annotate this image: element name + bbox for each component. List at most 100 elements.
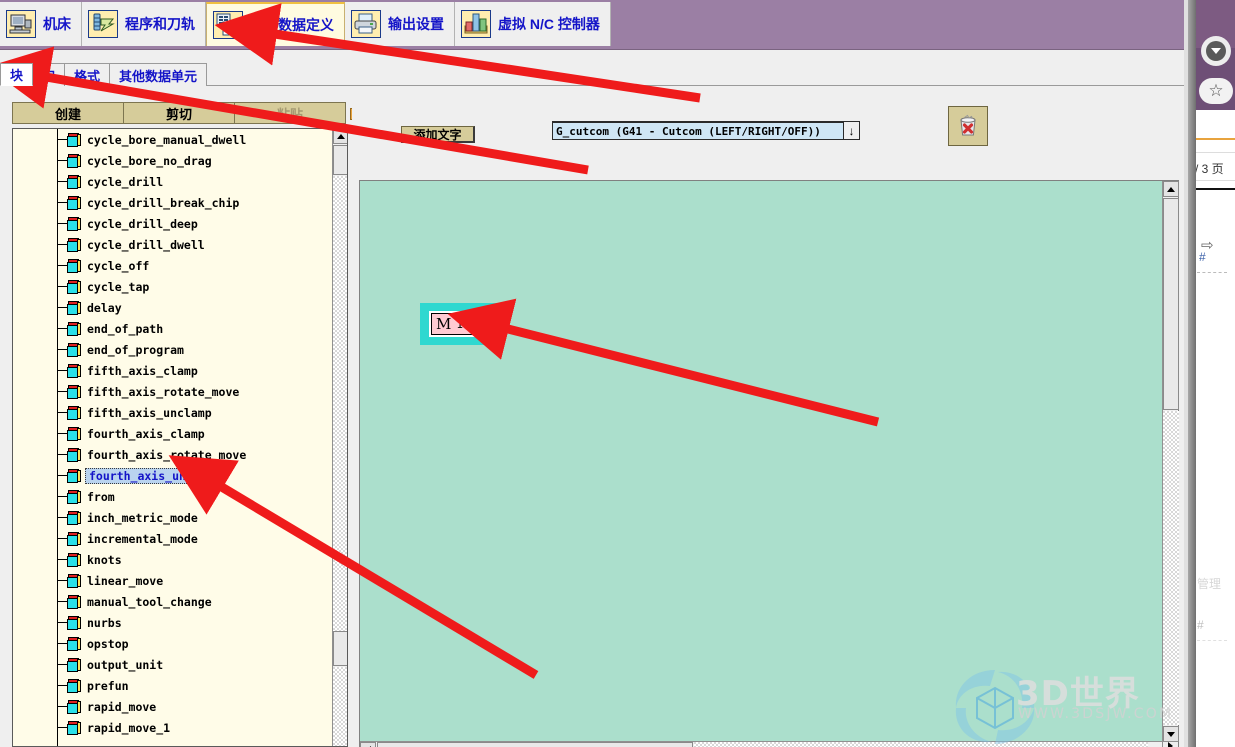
tree-scroll-track-lower[interactable]: [333, 667, 347, 746]
tree-item[interactable]: fourth_axis_clamp: [13, 423, 333, 444]
tree-item[interactable]: inch_metric_mode: [13, 507, 333, 528]
word-selector-combobox[interactable]: G_cutcom (G41 - Cutcom (LEFT/RIGHT/OFF))…: [552, 121, 860, 140]
sub-tab-4[interactable]: 其他数据单元: [109, 63, 208, 86]
tree-item[interactable]: cycle_drill_dwell: [13, 234, 333, 255]
canvas-scroll-corner: [1162, 741, 1178, 747]
strip-orange-rule: [1195, 138, 1235, 140]
tree-item[interactable]: cycle_drill_break_chip: [13, 192, 333, 213]
tree-item-label: fourth_axis_rotate_move: [87, 447, 247, 462]
main-tab-3[interactable]: N/C 数据定义: [206, 2, 345, 46]
block-tree-list[interactable]: cycle_bore_manual_dwell cycle_bore_no_dra…: [12, 128, 348, 747]
tree-branch-line: [57, 517, 67, 518]
tree-branch-line: [57, 328, 67, 329]
tree-item[interactable]: cycle_off: [13, 255, 333, 276]
command-button-2[interactable]: 剪切: [123, 102, 235, 124]
tree-item[interactable]: prefun: [13, 675, 333, 696]
block-cube-icon: [67, 279, 81, 294]
screen-root: ☆ / 3 页 ⇨ # 管理 # 机床 程序和刀轨 N/C 数据定义 输出设置 虚拟 N…: [0, 0, 1235, 747]
tree-item[interactable]: delay: [13, 297, 333, 318]
manage-label: 管理: [1197, 577, 1222, 591]
tree-item[interactable]: fifth_axis_rotate_move: [13, 381, 333, 402]
block-cube-icon: [67, 720, 81, 735]
block-cube-icon: [67, 321, 81, 336]
block-cube-icon: [67, 363, 81, 378]
tree-item[interactable]: cycle_tap: [13, 276, 333, 297]
tree-item[interactable]: nurbs: [13, 612, 333, 633]
tree-item[interactable]: cycle_drill_deep: [13, 213, 333, 234]
tree-item-label: inch_metric_mode: [87, 510, 198, 525]
canvas-scroll-track[interactable]: [1163, 411, 1179, 725]
tree-item-label: opstop: [87, 636, 129, 651]
tree-scroll-track[interactable]: [333, 176, 347, 631]
main-tab-1[interactable]: 机床: [0, 2, 82, 46]
tree-item[interactable]: opstop: [13, 633, 333, 654]
tree-item-label: cycle_drill_deep: [87, 216, 198, 231]
tree-item-label: cycle_bore_manual_dwell: [87, 132, 247, 147]
sub-tab-2[interactable]: 字: [32, 63, 66, 86]
main-tab-2[interactable]: 程序和刀轨: [82, 2, 206, 46]
tree-item[interactable]: cycle_bore_manual_dwell: [13, 129, 333, 150]
tree-item[interactable]: fourth_axis_unclamp: [13, 465, 333, 486]
tree-branch-line: [57, 391, 67, 392]
printer-output-icon: [351, 10, 381, 38]
canvas-scroll-left-button[interactable]: [360, 742, 376, 747]
tree-item-label: fifth_axis_rotate_move: [87, 384, 240, 399]
block-cube-icon: [67, 531, 81, 546]
tree-item[interactable]: manual_tool_change: [13, 591, 333, 612]
main-tab-4[interactable]: 输出设置: [345, 2, 455, 46]
block-cube-icon: [67, 153, 81, 168]
canvas-vertical-scrollbar[interactable]: [1162, 181, 1179, 742]
tree-item[interactable]: fourth_axis_rotate_move: [13, 444, 333, 465]
tree-item[interactable]: end_of_path: [13, 318, 333, 339]
tree-branch-line: [57, 370, 67, 371]
sub-tab-1[interactable]: 块: [0, 63, 34, 86]
word-selector-value[interactable]: G_cutcom (G41 - Cutcom (LEFT/RIGHT/OFF)): [552, 121, 844, 140]
tree-branch-line: [57, 559, 67, 560]
tree-item[interactable]: output_unit: [13, 654, 333, 675]
canvas-hscroll-track[interactable]: [694, 742, 1148, 747]
tree-item[interactable]: cycle_bore_no_drag: [13, 150, 333, 171]
main-tab-5[interactable]: 虚拟 N/C 控制器: [455, 2, 611, 46]
tree-scroll-up-button[interactable]: [333, 129, 347, 144]
canvas-horizontal-scrollbar[interactable]: [360, 741, 1164, 747]
block-cube-icon: [67, 174, 81, 189]
block-canvas[interactable]: M 11: [360, 181, 1164, 742]
canvas-scroll-down-button[interactable]: [1163, 726, 1179, 742]
tree-item-label: fifth_axis_unclamp: [87, 405, 212, 420]
tree-item[interactable]: cycle_drill: [13, 171, 333, 192]
tree-item-label: delay: [87, 300, 122, 315]
delete-block-button[interactable]: [948, 106, 988, 146]
add-text-button[interactable]: 添加文字: [401, 126, 475, 143]
tree-scroll-thumb-lower[interactable]: [333, 631, 347, 666]
main-tab-label: 虚拟 N/C 控制器: [498, 16, 600, 32]
tree-branch-line: [57, 181, 67, 182]
tree-item[interactable]: end_of_program: [13, 339, 333, 360]
tree-item[interactable]: fifth_axis_clamp: [13, 360, 333, 381]
block-element-inner[interactable]: M 11: [429, 311, 493, 337]
tree-item[interactable]: incremental_mode: [13, 528, 333, 549]
tree-item[interactable]: linear_move: [13, 570, 333, 591]
tree-vertical-scrollbar[interactable]: [332, 129, 347, 746]
chevron-down-icon[interactable]: ↓: [844, 121, 860, 140]
command-button-1[interactable]: 创建: [12, 102, 124, 124]
canvas-hscroll-thumb[interactable]: [377, 742, 693, 747]
tree-branch-line: [57, 202, 67, 203]
block-cube-icon: [67, 237, 81, 252]
block-element-m11[interactable]: M 11: [420, 303, 502, 345]
scroll-down-icon[interactable]: [1201, 36, 1231, 66]
tree-item-label: rapid_move: [87, 699, 157, 714]
tree-item-label: cycle_drill_dwell: [87, 237, 205, 252]
block-cube-icon: [67, 426, 81, 441]
canvas-scroll-thumb[interactable]: [1163, 198, 1179, 410]
block-cube-icon: [67, 384, 81, 399]
tree-item[interactable]: fifth_axis_unclamp: [13, 402, 333, 423]
tree-item[interactable]: rapid_move_1: [13, 717, 333, 738]
tree-item[interactable]: from: [13, 486, 333, 507]
sub-tab-3[interactable]: 格式: [64, 63, 111, 86]
tree-item[interactable]: knots: [13, 549, 333, 570]
canvas-scroll-up-button[interactable]: [1163, 181, 1179, 197]
tree-item-label: cycle_drill: [87, 174, 164, 189]
favorite-star-icon[interactable]: ☆: [1199, 78, 1233, 104]
tree-scroll-thumb[interactable]: [333, 145, 347, 175]
tree-item[interactable]: rapid_move: [13, 696, 333, 717]
